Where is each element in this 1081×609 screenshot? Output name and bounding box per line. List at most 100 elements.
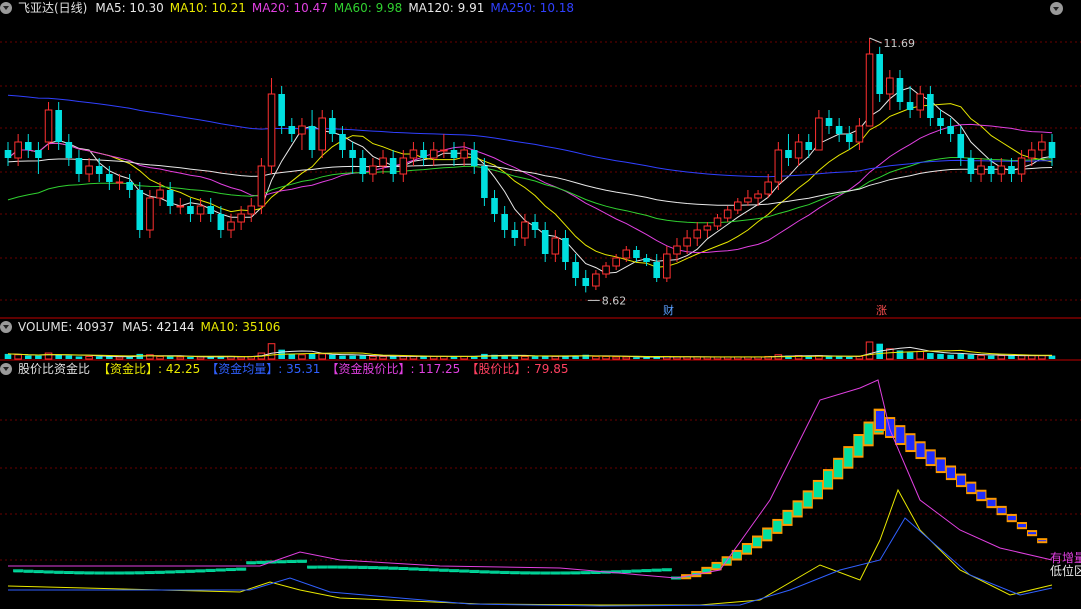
candle-body[interactable] (927, 94, 934, 118)
candle-body[interactable] (987, 166, 995, 174)
volume-bar[interactable] (906, 352, 914, 359)
candle-body[interactable] (805, 142, 813, 150)
candle-body[interactable] (75, 158, 83, 174)
volume-bar[interactable] (916, 350, 925, 360)
candle-body[interactable] (126, 182, 133, 190)
volume-bar[interactable] (521, 355, 529, 360)
candle-body[interactable] (653, 262, 660, 278)
volume-bar[interactable] (622, 356, 631, 360)
volume-bar[interactable] (967, 354, 975, 359)
candle-body[interactable] (855, 125, 864, 143)
volume-bar[interactable] (298, 354, 306, 360)
zhang-marker[interactable]: 涨 (876, 304, 887, 317)
candle-body[interactable] (977, 165, 985, 175)
candle-body[interactable] (825, 118, 833, 126)
volume-bar[interactable] (835, 356, 843, 359)
volume-bar[interactable] (825, 356, 833, 359)
candle-body[interactable] (997, 165, 1006, 175)
candle-body[interactable] (115, 181, 124, 184)
volume-bar[interactable] (267, 343, 276, 360)
candle-body[interactable] (957, 134, 965, 158)
candle-body[interactable] (4, 150, 12, 158)
volume-bar[interactable] (1048, 355, 1056, 359)
candle-body[interactable] (541, 230, 549, 254)
volume-bar[interactable] (339, 355, 346, 359)
candle-body[interactable] (1027, 149, 1036, 159)
candle-body[interactable] (531, 222, 539, 230)
candle-body[interactable] (166, 190, 174, 206)
volume-bar[interactable] (531, 356, 539, 359)
volume-bar[interactable] (44, 352, 53, 360)
candle-body[interactable] (1017, 157, 1026, 175)
volume-bar[interactable] (75, 356, 83, 359)
volume-bar[interactable] (318, 353, 327, 360)
candle-body[interactable] (65, 142, 73, 158)
stock-chart[interactable]: 有增量低位区 11.69 8.62 财 涨 (0, 0, 1081, 609)
volume-bar[interactable] (166, 356, 174, 359)
candle-body[interactable] (622, 249, 631, 259)
volume-bar[interactable] (329, 354, 336, 359)
volume-bar[interactable] (85, 355, 93, 360)
candle-body[interactable] (713, 217, 722, 227)
candle-body[interactable] (379, 157, 387, 167)
candle-body[interactable] (886, 77, 894, 95)
candle-body[interactable] (85, 165, 93, 175)
candle-body[interactable] (470, 150, 478, 166)
candle-body[interactable] (359, 158, 367, 174)
candle-body[interactable] (156, 189, 164, 199)
candle-body[interactable] (247, 205, 256, 215)
volume-bar[interactable] (237, 356, 245, 360)
candle-body[interactable] (288, 126, 296, 134)
indicator-panel[interactable]: 有增量低位区 (7, 379, 1081, 607)
volume-bar[interactable] (602, 355, 610, 360)
candle-body[interactable] (55, 110, 62, 142)
volume-bar[interactable] (399, 355, 408, 360)
candle-body[interactable] (815, 117, 823, 151)
volume-bar[interactable] (389, 356, 397, 359)
candle-body[interactable] (35, 150, 42, 158)
candle-body[interactable] (24, 142, 32, 150)
candle-body[interactable] (612, 257, 620, 267)
cai-marker[interactable]: 财 (663, 303, 674, 317)
volume-bar[interactable] (24, 355, 32, 359)
candle-body[interactable] (257, 165, 266, 207)
candle-body[interactable] (14, 141, 22, 159)
candle-body[interactable] (176, 205, 185, 208)
candle-body[interactable] (764, 181, 772, 195)
candle-body[interactable] (339, 134, 346, 150)
candle-body[interactable] (420, 150, 427, 158)
candle-body[interactable] (774, 149, 783, 183)
volume-bar[interactable] (927, 353, 934, 359)
volume-bar[interactable] (987, 355, 995, 359)
volume-bar[interactable] (35, 355, 42, 359)
candle-body[interactable] (551, 237, 560, 255)
candle-body[interactable] (643, 258, 650, 262)
candle-body[interactable] (278, 94, 285, 126)
candle-body[interactable] (44, 109, 53, 143)
candle-body[interactable] (389, 158, 397, 174)
volume-bar[interactable] (1027, 355, 1036, 360)
candle-body[interactable] (460, 149, 468, 159)
volume-bar[interactable] (95, 356, 103, 359)
volume-bar[interactable] (997, 355, 1006, 360)
volume-bar[interactable] (288, 353, 296, 359)
volume-bar[interactable] (957, 353, 965, 359)
candle-body[interactable] (429, 149, 438, 159)
candle-body[interactable] (136, 190, 144, 230)
candle-body[interactable] (582, 278, 590, 286)
candle-body[interactable] (521, 221, 529, 239)
candle-body[interactable] (217, 214, 225, 230)
candle-body[interactable] (967, 158, 975, 174)
volume-bar[interactable] (592, 355, 600, 360)
candle-body[interactable] (1048, 142, 1056, 158)
candle-body[interactable] (906, 102, 914, 110)
candle-body[interactable] (481, 166, 488, 198)
candle-body[interactable] (633, 250, 640, 258)
candle-body[interactable] (196, 205, 205, 215)
volume-bar[interactable] (379, 355, 387, 360)
candle-body[interactable] (440, 149, 448, 152)
volume-bar[interactable] (643, 357, 650, 359)
volume-bar[interactable] (845, 356, 853, 359)
candle-body[interactable] (845, 134, 853, 142)
candle-body[interactable] (896, 78, 904, 102)
